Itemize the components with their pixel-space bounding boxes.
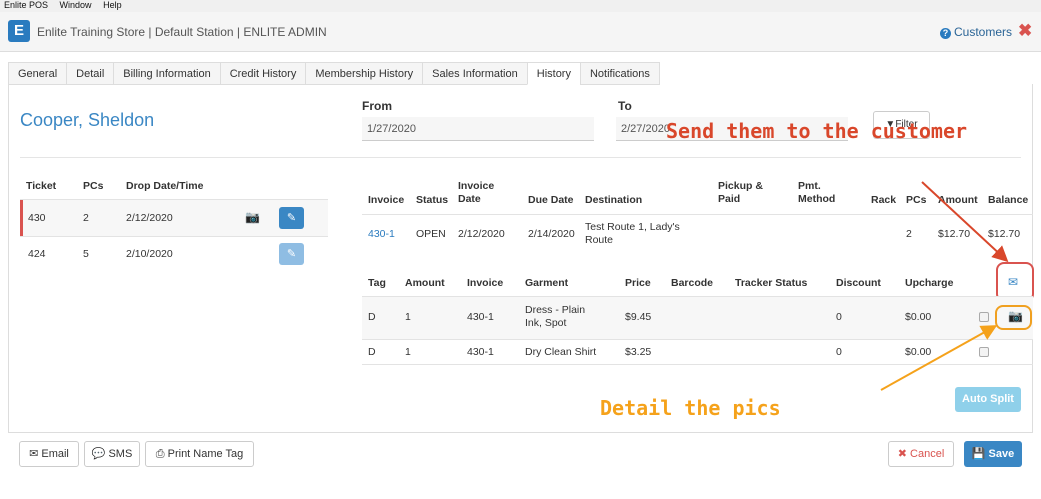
email-button[interactable]: ✉ Email [19,441,79,467]
print-icon: ⎙ [155,448,168,460]
arrow-to-envelope [921,181,1009,263]
email-label: Email [41,448,69,460]
print-label: Print Name Tag [167,448,244,460]
close-icon: ✖ [897,448,911,460]
annotation-detail: Detail the pics [600,396,781,420]
envelope-icon: ✉ [29,448,42,460]
save-icon: 💾 [971,448,989,460]
chat-icon: 💬 [91,448,109,460]
annotation-send: Send them to the customer [666,119,968,143]
annotation-arrows [880,181,1009,391]
print-name-tag-button[interactable]: ⎙ Print Name Tag [145,441,254,467]
cancel-button[interactable]: ✖ Cancel [888,441,954,467]
sms-label: SMS [108,448,133,460]
arrow-to-camera [880,325,998,391]
sms-button[interactable]: 💬 SMS [84,441,140,467]
save-label: Save [988,448,1015,460]
save-button[interactable]: 💾 Save [964,441,1022,467]
cancel-label: Cancel [910,448,945,460]
